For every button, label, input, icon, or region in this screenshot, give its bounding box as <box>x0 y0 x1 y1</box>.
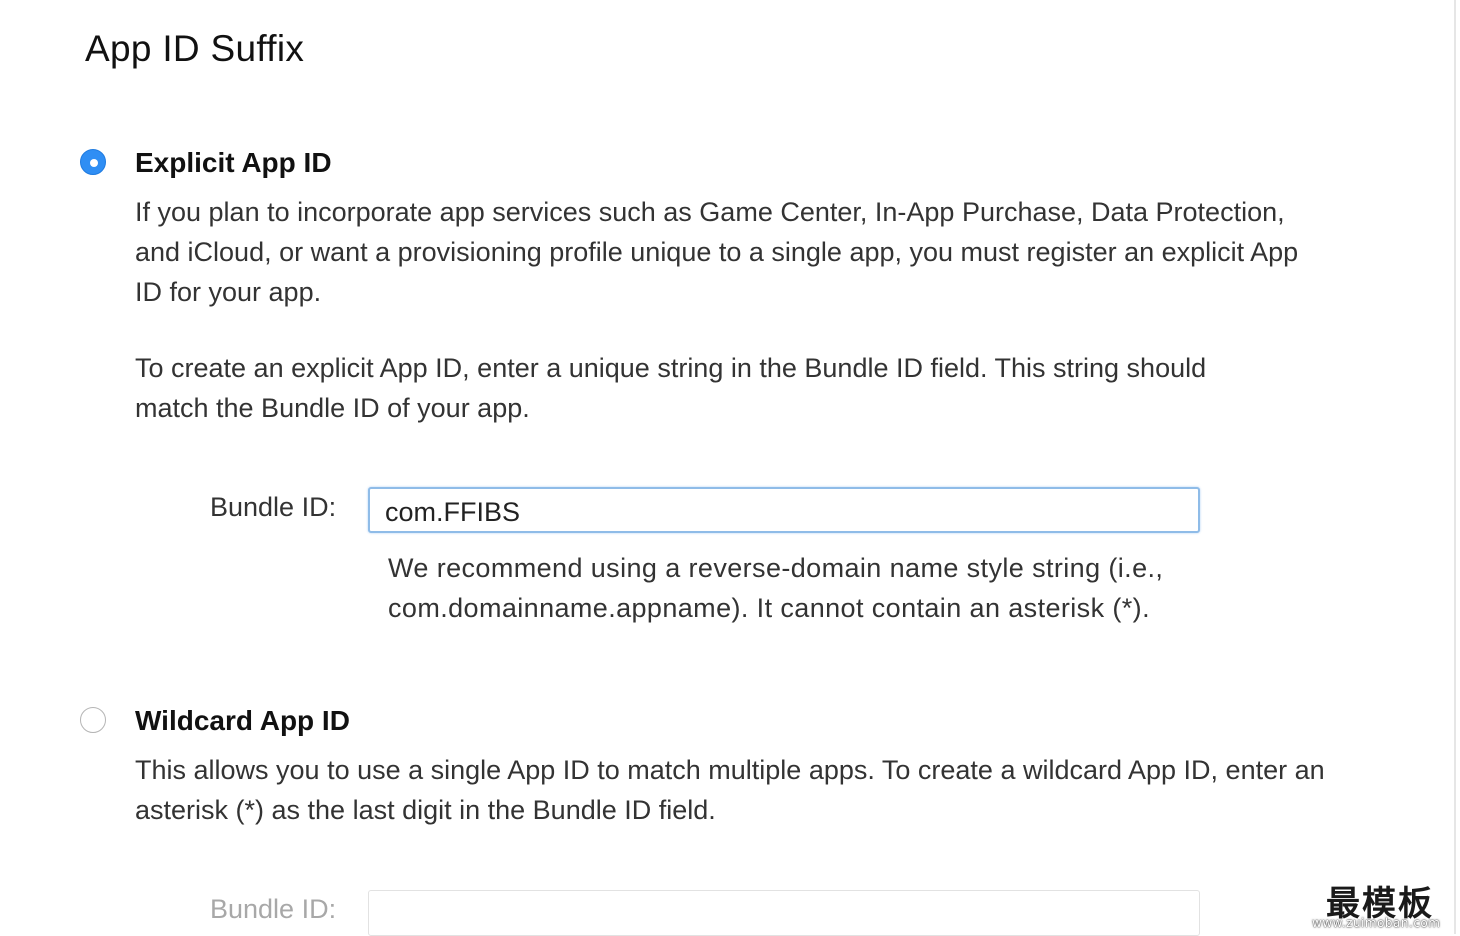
explicit-app-id-title[interactable]: Explicit App ID <box>135 147 332 179</box>
wildcard-bundle-id-label: Bundle ID: <box>210 894 337 924</box>
wildcard-bundle-id-input[interactable] <box>368 890 1200 936</box>
radio-selected-dot-icon <box>90 159 98 167</box>
section-title: App ID Suffix <box>85 28 305 69</box>
explicit-description-2: To create an explicit App ID, enter a un… <box>135 353 1207 423</box>
watermark-url: www.zuimoban.com <box>1312 916 1441 930</box>
wildcard-app-id-title[interactable]: Wildcard App ID <box>135 705 350 737</box>
explicit-description-1: If you plan to incorporate app services … <box>135 197 1299 307</box>
bundle-id-hint: We recommend using a reverse-domain name… <box>388 553 1164 623</box>
explicit-bundle-id-label: Bundle ID: <box>210 492 337 522</box>
wildcard-app-id-radio[interactable] <box>80 707 106 733</box>
right-divider <box>1454 0 1456 934</box>
watermark-logo: 最模板 www.zuimoban.com <box>1312 872 1452 932</box>
explicit-app-id-radio[interactable] <box>80 149 106 175</box>
wildcard-description: This allows you to use a single App ID t… <box>135 755 1325 825</box>
explicit-bundle-id-input[interactable] <box>368 487 1200 533</box>
